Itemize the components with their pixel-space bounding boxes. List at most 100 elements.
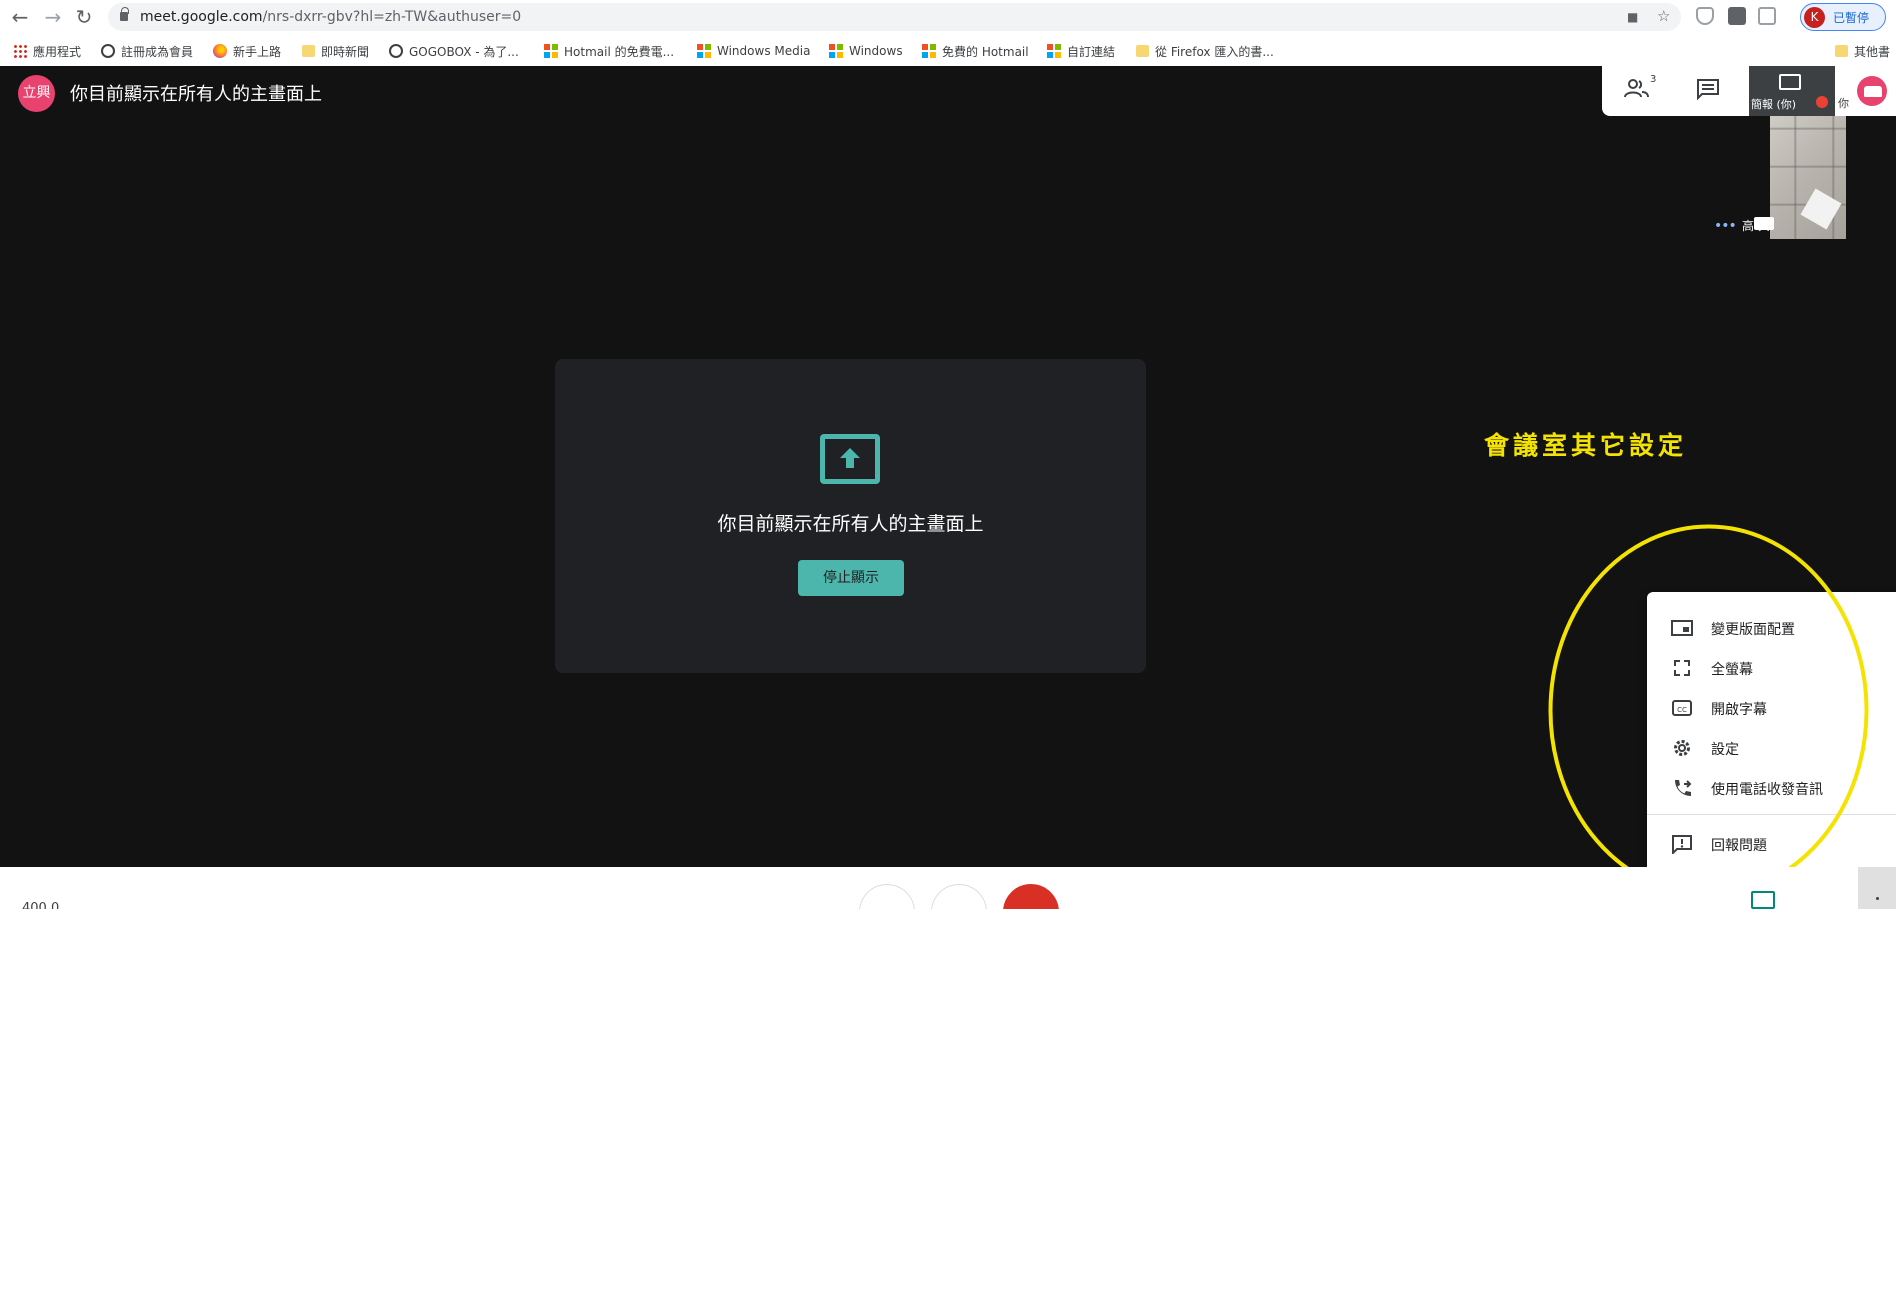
menu-label: 設定 (1711, 742, 1739, 758)
layout-icon (1671, 620, 1693, 636)
url-host: meet.google.com (140, 9, 263, 25)
people-icon (1624, 79, 1649, 98)
bookmark-register[interactable]: 註冊成為會員 (101, 42, 193, 60)
shield-extension-icon[interactable] (1696, 7, 1714, 25)
bookmark-news[interactable]: 即時新聞 (302, 42, 369, 60)
phone-forward-icon (1675, 780, 1692, 796)
remote-video-feed (1770, 116, 1846, 239)
bookmark-label: 自訂連結 (1067, 44, 1116, 59)
chat-button[interactable] (1696, 78, 1726, 104)
menu-label: 開啟字幕 (1711, 702, 1767, 718)
browser-toolbar: ← → ↻ meet.google.com/nrs-dxrr-gbv?hl=zh… (0, 0, 1896, 34)
microphone-button[interactable] (859, 884, 915, 909)
microsoft-icon (697, 44, 711, 58)
meeting-controls-bar: 400 0 (0, 867, 1896, 909)
profile-button[interactable]: K 已暫停 (1800, 3, 1886, 31)
address-bar[interactable]: meet.google.com/nrs-dxrr-gbv?hl=zh-TW&au… (108, 3, 1681, 31)
menu-item-change-layout[interactable]: 變更版面配置 (1647, 608, 1896, 648)
captions-icon: CC (1672, 700, 1692, 716)
bookmark-getting-started[interactable]: 新手上路 (213, 42, 281, 60)
bookmark-label: 從 Firefox 匯入的書... (1155, 44, 1274, 59)
extension-icon[interactable] (1728, 7, 1746, 25)
menu-item-phone-audio[interactable]: 使用電話收發音訊 (1647, 768, 1896, 808)
bookmark-custom-links[interactable]: 自訂連結 (1047, 42, 1115, 60)
people-button[interactable]: 3 (1624, 74, 1656, 104)
ceiling-light (1800, 188, 1842, 230)
fullscreen-icon (1674, 660, 1690, 676)
stop-presenting-button[interactable]: 停止顯示 (798, 560, 904, 596)
presenting-card: 你目前顯示在所有人的主畫面上 停止顯示 (555, 359, 1146, 673)
bookmark-windows-media[interactable]: Windows Media (697, 42, 810, 60)
people-count: 3 (1650, 74, 1657, 85)
menu-label: 全螢幕 (1711, 662, 1753, 678)
globe-icon (101, 44, 115, 58)
presenting-message: 你目前顯示在所有人的主畫面上 (717, 513, 984, 535)
bookmark-label: 註冊成為會員 (121, 44, 194, 59)
firefox-icon (213, 44, 227, 58)
lock-icon (120, 7, 129, 21)
bookmark-label: 其他書 (1854, 44, 1891, 59)
present-screen-icon (1779, 74, 1801, 90)
remote-participant-tile[interactable]: ••• 高 興 (1702, 116, 1896, 239)
bookmark-label: 即時新聞 (321, 44, 370, 59)
bookmark-hotmail-free[interactable]: Hotmail 的免費電... (544, 42, 674, 60)
more-options-button[interactable] (1858, 867, 1896, 909)
bookmark-label: Windows Media (717, 44, 811, 58)
globe-icon (389, 44, 403, 58)
meeting-details-text[interactable]: 400 0 (22, 901, 59, 909)
more-vert-icon (1876, 897, 1879, 900)
audio-indicator-icon: ••• (1714, 218, 1737, 234)
microsoft-icon (1047, 44, 1061, 58)
bookmark-star-icon[interactable]: ☆ (1657, 7, 1670, 25)
hangup-button[interactable] (1003, 884, 1059, 909)
muted-mic-icon (1816, 96, 1828, 108)
self-avatar[interactable] (1857, 76, 1887, 106)
menu-item-report-problem[interactable]: 回報問題 (1647, 824, 1896, 864)
bookmark-free-hotmail[interactable]: 免費的 Hotmail (922, 42, 1029, 60)
annotation-label: 會議室其它設定 (1484, 431, 1688, 460)
camera-toggle-button[interactable] (931, 884, 987, 909)
back-arrow-icon[interactable]: ← (7, 4, 33, 30)
menu-item-fullscreen[interactable]: 全螢幕 (1647, 648, 1896, 688)
forward-arrow-icon[interactable]: → (40, 4, 66, 30)
url-path: /nrs-dxrr-gbv?hl=zh-TW&authuser=0 (262, 9, 522, 25)
meeting-stage: 立興 你目前顯示在所有人的主畫面上 你目前顯示在所有人的主畫面上 停止顯示 3 (0, 66, 1896, 867)
menu-divider (1647, 814, 1896, 815)
bookmark-gogobox[interactable]: GOGOBOX - 為了... (389, 42, 519, 60)
present-now-icon[interactable] (1751, 891, 1775, 909)
self-label: 你 (1838, 97, 1849, 110)
bookmarks-bar: 應用程式 註冊成為會員 新手上路 即時新聞 GOGOBOX - 為了... Ho… (0, 34, 1896, 66)
svg-text:CC: CC (1677, 706, 1687, 714)
menu-label: 使用電話收發音訊 (1711, 782, 1823, 798)
bookmark-windows[interactable]: Windows (829, 42, 903, 60)
chat-icon (1697, 79, 1719, 101)
settings-gear-icon (1674, 740, 1690, 756)
folder-icon (1136, 45, 1149, 57)
bookmark-label: Hotmail 的免費電... (564, 44, 675, 59)
presenter-avatar: 立興 (18, 75, 55, 112)
bookmark-label: Windows (849, 44, 903, 58)
bookmark-firefox-imported[interactable]: 從 Firefox 匯入的書... (1136, 42, 1274, 60)
bookmark-apps[interactable]: 應用程式 (13, 42, 81, 60)
menu-item-captions[interactable]: CC 開啟字幕 (1647, 688, 1896, 728)
bookmark-label: 新手上路 (233, 44, 282, 59)
reload-icon[interactable]: ↻ (71, 4, 97, 30)
microsoft-icon (829, 44, 843, 58)
name-redaction (1754, 217, 1774, 230)
microsoft-icon (922, 44, 936, 58)
self-presentation-tile[interactable]: 簡報 (你) (1749, 66, 1835, 116)
bookmark-other[interactable]: 其他書 (1835, 42, 1890, 60)
apps-icon (13, 44, 27, 58)
url-text: meet.google.com/nrs-dxrr-gbv?hl=zh-TW&au… (140, 9, 521, 25)
presenter-title: 你目前顯示在所有人的主畫面上 (70, 84, 322, 105)
bookmark-label: 免費的 Hotmail (942, 44, 1029, 59)
cast-extension-icon[interactable] (1758, 7, 1776, 25)
bookmark-label: 應用程式 (33, 44, 82, 59)
bookmark-label: GOGOBOX - 為了... (409, 44, 519, 59)
camera-icon[interactable]: ■ (1627, 10, 1638, 24)
self-tile-label: 簡報 (你) (1751, 98, 1797, 111)
menu-item-settings[interactable]: 設定 (1647, 728, 1896, 768)
profile-avatar: K (1804, 7, 1825, 28)
more-options-menu: 變更版面配置 全螢幕 CC 開啟字幕 設定 使用電話收發音訊 回報問題 ? 說明 (1647, 592, 1896, 867)
menu-label: 變更版面配置 (1711, 622, 1795, 638)
